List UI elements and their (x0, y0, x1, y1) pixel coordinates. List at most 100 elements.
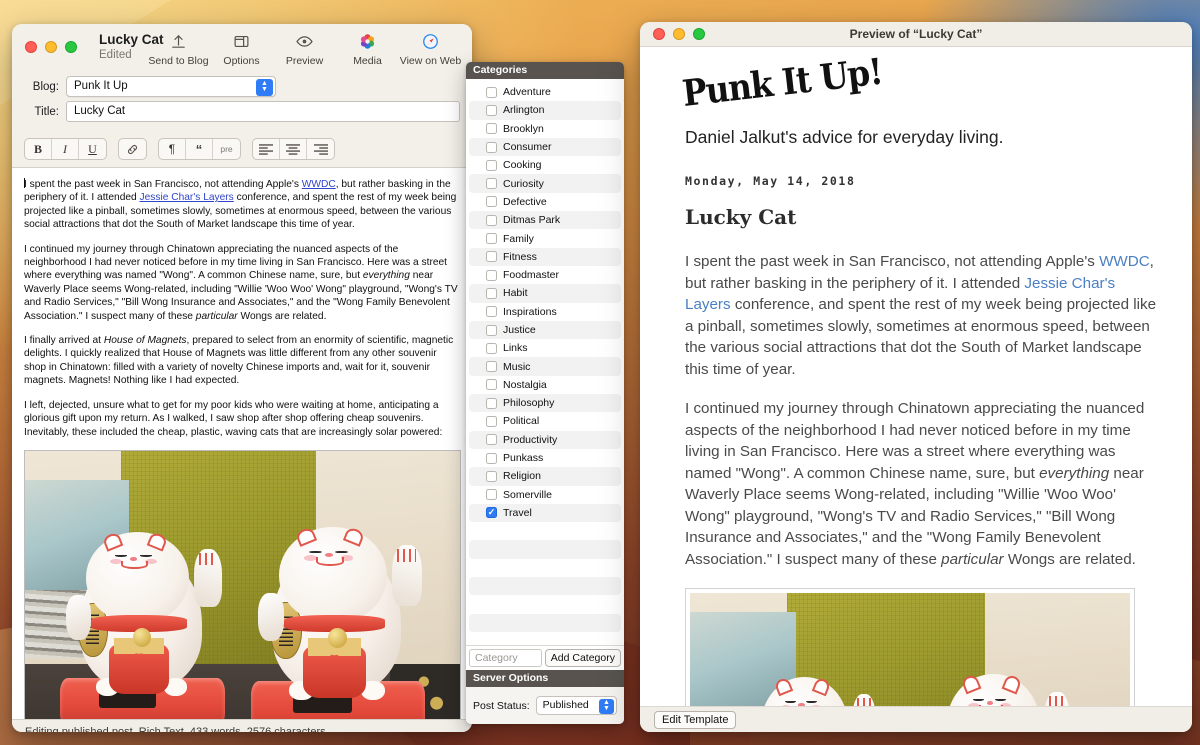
category-checkbox[interactable] (486, 507, 497, 519)
preview-content[interactable]: Punk It Up! Daniel Jalkut's advice for e… (640, 47, 1192, 706)
category-name-input[interactable]: Category Name (469, 649, 542, 680)
category-checkbox[interactable] (486, 415, 497, 427)
formatting-toolbar[interactable]: B I U ¶ “ pre (12, 133, 472, 168)
lucky-cat-photo[interactable] (24, 449, 461, 719)
categories-list[interactable]: Adventure Arlington Brooklyn Consumer Cookin… (466, 79, 624, 645)
category-row[interactable]: Consumer (469, 137, 621, 157)
toolbar-preview[interactable]: Preview (273, 29, 336, 70)
editor-paragraph-3: I finally arrived at House of Magnets, p… (24, 334, 460, 388)
preview-titlebar[interactable]: Preview of “Lucky Cat” (640, 22, 1192, 47)
category-checkbox[interactable] (486, 342, 497, 354)
category-checkbox[interactable] (486, 233, 497, 245)
category-checkbox[interactable] (486, 306, 497, 318)
block-style-group[interactable]: ¶ “ pre (158, 138, 241, 160)
category-row[interactable]: Ditmas Park (469, 211, 621, 230)
toolbar-view-on-web[interactable]: View on Web (399, 29, 462, 70)
category-row[interactable]: Arlington (469, 101, 621, 120)
category-checkbox[interactable] (486, 196, 497, 208)
category-checkbox[interactable] (486, 324, 497, 336)
category-checkbox[interactable] (486, 141, 497, 153)
category-row[interactable]: Justice (469, 320, 621, 340)
text-style-group[interactable]: B I U (24, 138, 107, 160)
category-row[interactable] (469, 613, 621, 632)
category-checkbox[interactable] (486, 214, 497, 226)
category-row[interactable]: Family (469, 229, 621, 247)
wwdc-link[interactable]: WWDC (1099, 253, 1150, 270)
category-row[interactable] (469, 559, 621, 577)
wwdc-link[interactable]: WWDC (302, 179, 336, 190)
category-row[interactable]: Habit (469, 284, 621, 303)
preview-window[interactable]: Preview of “Lucky Cat” Punk It Up! Danie… (640, 22, 1192, 732)
bold-button[interactable]: B (25, 139, 52, 159)
category-row[interactable]: Travel (469, 503, 621, 523)
categories-panel[interactable]: Categories Adventure Arlington Brooklyn Con… (466, 62, 624, 724)
add-category-bar[interactable]: Category Name Add Category (466, 645, 624, 680)
minimize-button[interactable] (45, 41, 57, 53)
blog-select[interactable]: Punk It Up ▲ ▼ (66, 76, 276, 97)
title-input[interactable]: Lucky Cat (66, 101, 460, 122)
category-checkbox[interactable] (486, 159, 497, 171)
blockquote-button[interactable]: “ (186, 139, 213, 159)
close-button[interactable] (25, 41, 37, 53)
toolbar-options[interactable]: Options (210, 29, 273, 70)
link-icon[interactable] (119, 139, 146, 159)
underline-button[interactable]: U (79, 139, 106, 159)
category-row[interactable] (469, 577, 621, 596)
post-body-editor[interactable]: I spent the past week in San Francisco, … (12, 168, 472, 719)
category-checkbox[interactable] (486, 434, 497, 446)
edit-template-button[interactable]: Edit Template (654, 710, 737, 729)
category-checkbox[interactable] (486, 470, 497, 482)
category-row[interactable]: Fitness (469, 247, 621, 266)
category-row[interactable]: Adventure (469, 83, 621, 101)
category-row[interactable]: Curiosity (469, 174, 621, 193)
category-row[interactable]: Productivity (469, 430, 621, 449)
align-right-icon[interactable] (307, 139, 334, 159)
paragraph-button[interactable]: ¶ (159, 139, 186, 159)
category-row[interactable]: Music (469, 357, 621, 376)
category-row[interactable]: Inspirations (469, 303, 621, 321)
toolbar-media[interactable]: Media (336, 29, 399, 70)
category-row[interactable]: Nostalgia (469, 376, 621, 394)
category-row[interactable]: Links (469, 339, 621, 357)
editor-titlebar[interactable]: Lucky Cat Edited Send to Blog Options Pr… (12, 24, 472, 70)
category-row[interactable]: Cooking (469, 156, 621, 174)
link-group[interactable] (118, 138, 147, 160)
category-checkbox[interactable] (486, 361, 497, 373)
category-row[interactable]: Defective (469, 193, 621, 211)
category-row[interactable]: Brooklyn (469, 120, 621, 138)
category-checkbox[interactable] (486, 123, 497, 135)
post-status-select[interactable]: Published ▲ ▼ (535, 696, 617, 715)
preformatted-button[interactable]: pre (213, 139, 240, 159)
category-row[interactable]: Political (469, 412, 621, 430)
category-checkbox[interactable] (486, 397, 497, 409)
markedit-editor-window[interactable]: Lucky Cat Edited Send to Blog Options Pr… (12, 24, 472, 732)
category-row[interactable] (469, 540, 621, 559)
category-row[interactable]: Punkass (469, 449, 621, 467)
category-checkbox[interactable] (486, 287, 497, 299)
category-row[interactable] (469, 522, 621, 540)
align-center-icon[interactable] (280, 139, 307, 159)
add-category-button[interactable]: Add Category (544, 649, 621, 667)
align-left-icon[interactable] (253, 139, 280, 159)
category-checkbox[interactable] (486, 379, 497, 391)
category-checkbox[interactable] (486, 86, 497, 98)
toolbar-send-to-blog[interactable]: Send to Blog (147, 29, 210, 70)
category-row[interactable]: Somerville (469, 486, 621, 504)
window-controls[interactable] (12, 41, 77, 53)
category-row[interactable]: Religion (469, 467, 621, 486)
category-checkbox[interactable] (486, 251, 497, 263)
editor-toolbar[interactable]: Send to Blog Options Preview Media View … (147, 29, 462, 70)
alignment-group[interactable] (252, 138, 335, 160)
category-checkbox[interactable] (486, 452, 497, 464)
category-row[interactable]: Philosophy (469, 394, 621, 413)
lucky-cat-photo-preview[interactable] (685, 588, 1135, 706)
category-row[interactable]: Foodmaster (469, 266, 621, 284)
category-checkbox[interactable] (486, 489, 497, 501)
italic-button[interactable]: I (52, 139, 79, 159)
layers-link[interactable]: Jessie Char's Layers (140, 192, 234, 203)
category-checkbox[interactable] (486, 178, 497, 190)
category-checkbox[interactable] (486, 269, 497, 281)
zoom-button[interactable] (65, 41, 77, 53)
category-checkbox[interactable] (486, 104, 497, 116)
category-row[interactable] (469, 595, 621, 613)
